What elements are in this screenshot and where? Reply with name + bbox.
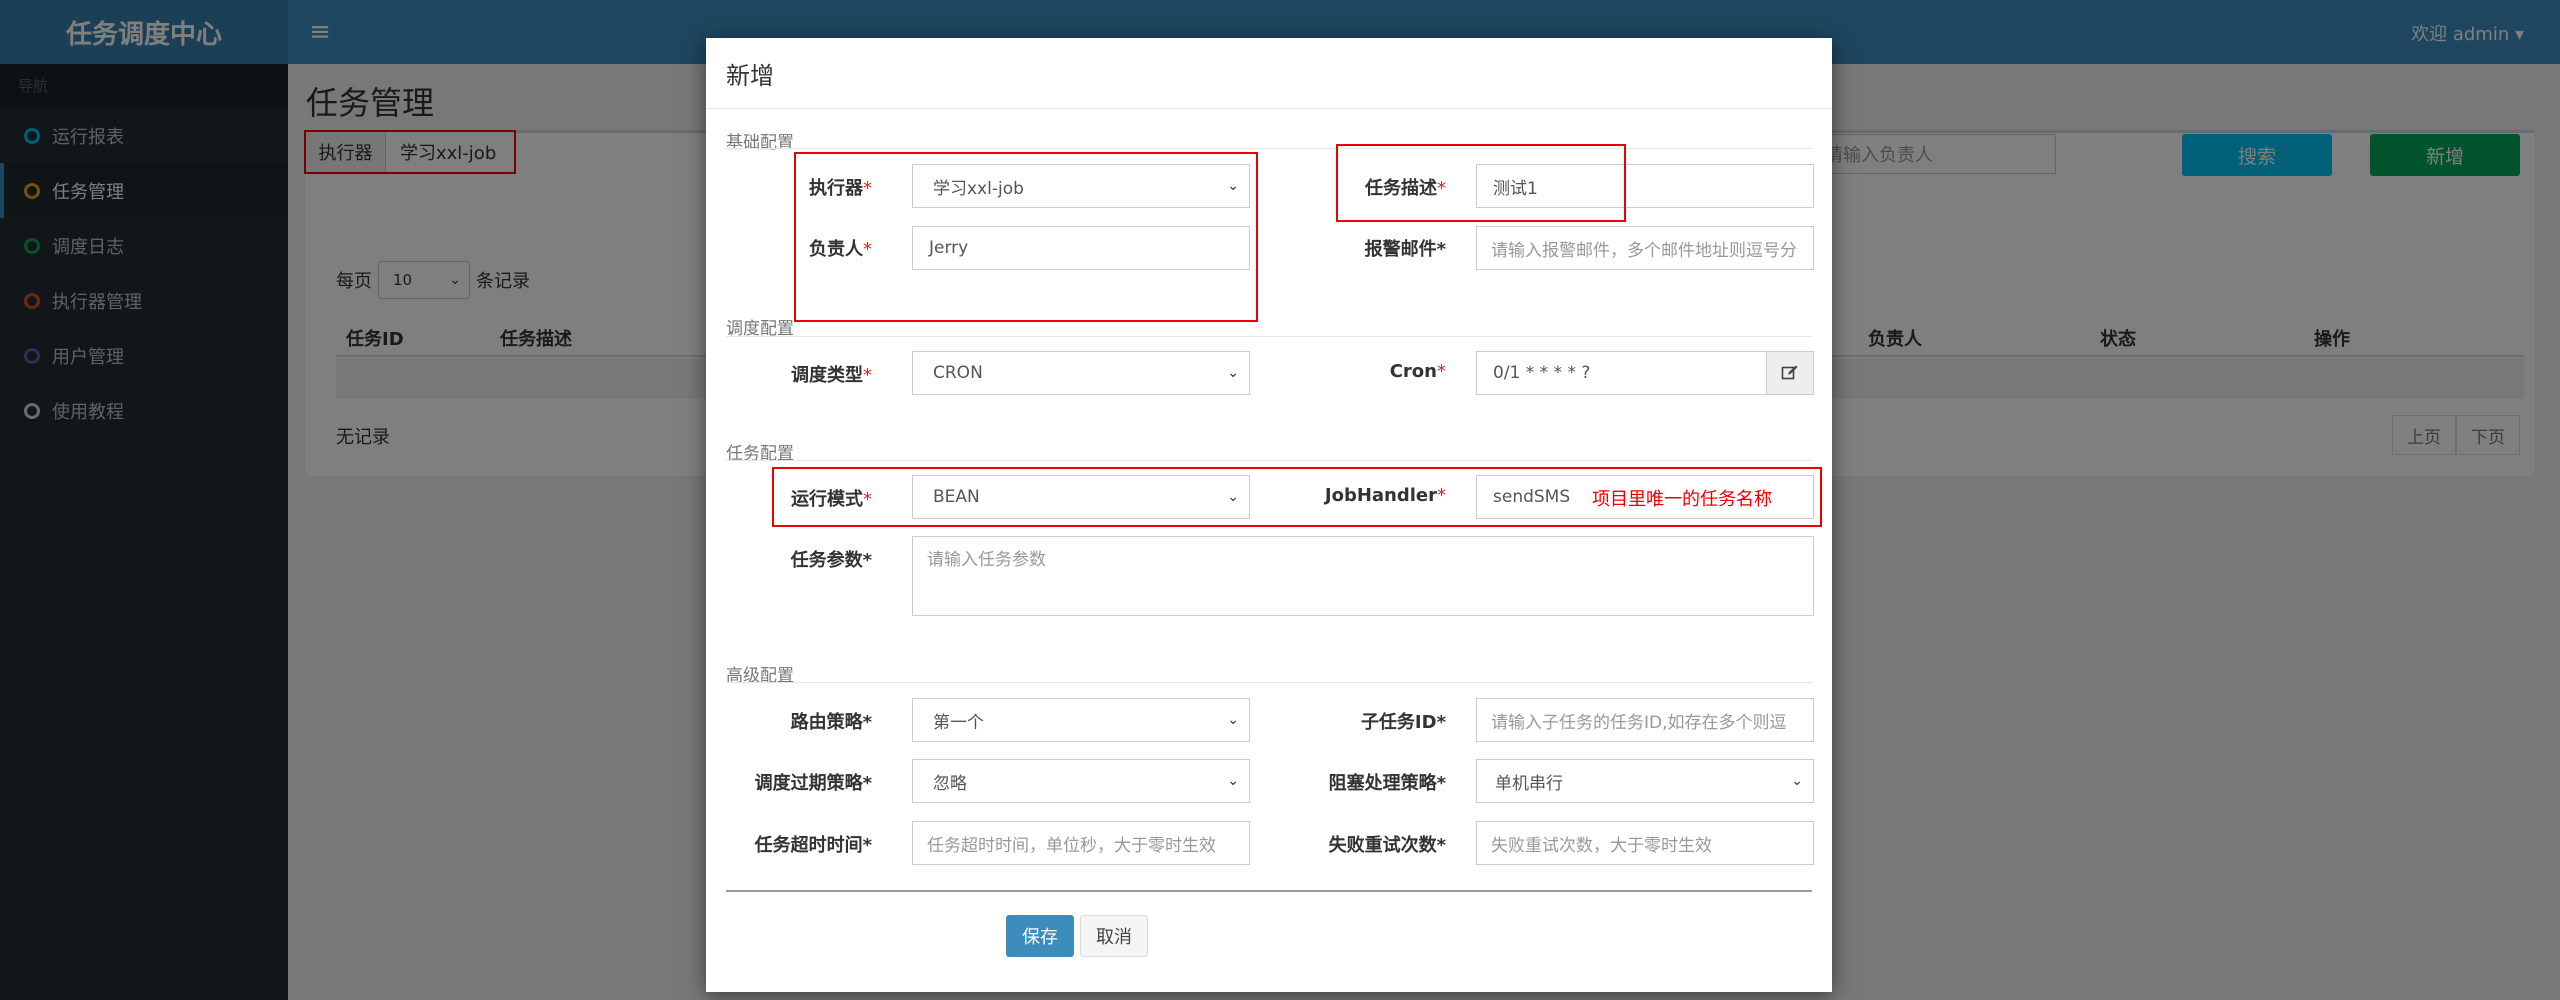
route-strategy-value: 第一个: [933, 712, 984, 733]
chevron-down-icon: ⌄: [1227, 365, 1239, 381]
job-handler-annotation: 项目里唯一的任务名称: [1592, 489, 1772, 510]
glue-type-value: BEAN: [933, 487, 980, 507]
chevron-down-icon: ⌄: [1227, 178, 1239, 194]
cron-input[interactable]: 0/1 * * * * ?: [1476, 351, 1768, 395]
timeout-input[interactable]: 任务超时时间，单位秒，大于零时生效: [912, 821, 1250, 865]
chevron-down-icon: ⌄: [1227, 489, 1239, 505]
cron-editor-button[interactable]: [1766, 351, 1814, 395]
misfire-strategy-value: 忽略: [933, 773, 967, 794]
cancel-button[interactable]: 取消: [1080, 915, 1148, 957]
alarm-email-input[interactable]: 请输入报警邮件，多个邮件地址则逗号分: [1476, 226, 1814, 270]
schedule-type-select[interactable]: CRON ⌄: [912, 351, 1250, 395]
route-strategy-label: 路由策略*: [790, 712, 872, 733]
executor-select[interactable]: 学习xxl-job ⌄: [912, 164, 1250, 208]
fail-retry-label: 失败重试次数*: [1328, 835, 1446, 856]
author-input[interactable]: Jerry: [912, 226, 1250, 270]
block-strategy-select[interactable]: 单机串行 ⌄: [1476, 759, 1814, 803]
glue-type-label: 运行模式*: [791, 489, 872, 510]
timeout-label: 任务超时时间*: [754, 835, 872, 856]
chevron-down-icon: ⌄: [1791, 773, 1803, 789]
modal-title: 新增: [726, 62, 774, 90]
job-desc-label: 任务描述*: [1365, 178, 1446, 199]
section-divider: [726, 148, 1812, 149]
add-job-modal: 新增 基础配置 执行器* 学习xxl-job ⌄ 任务描述* 测试1 负责人* …: [706, 38, 1832, 992]
child-job-id-input[interactable]: 请输入子任务的任务ID,如存在多个则逗: [1476, 698, 1814, 742]
section-basic-label: 基础配置: [726, 133, 794, 153]
block-strategy-label: 阻塞处理策略*: [1328, 773, 1446, 794]
alarm-email-label: 报警邮件*: [1364, 239, 1446, 260]
chevron-down-icon: ⌄: [1227, 712, 1239, 728]
block-strategy-value: 单机串行: [1495, 773, 1563, 794]
footer-divider: [726, 890, 1812, 892]
child-job-id-label: 子任务ID*: [1360, 712, 1446, 733]
save-button[interactable]: 保存: [1006, 915, 1074, 957]
modal-divider: [706, 108, 1832, 109]
cron-label: Cron*: [1389, 361, 1446, 382]
job-param-textarea[interactable]: 请输入任务参数: [912, 536, 1814, 616]
edit-icon: [1781, 365, 1798, 380]
route-strategy-select[interactable]: 第一个 ⌄: [912, 698, 1250, 742]
job-param-label: 任务参数*: [790, 550, 872, 571]
fail-retry-input[interactable]: 失败重试次数，大于零时生效: [1476, 821, 1814, 865]
section-divider: [726, 682, 1812, 683]
executor-select-value: 学习xxl-job: [933, 178, 1024, 199]
executor-label: 执行器*: [809, 178, 872, 199]
author-label: 负责人*: [809, 239, 872, 260]
schedule-type-value: CRON: [933, 363, 983, 383]
glue-type-select[interactable]: BEAN ⌄: [912, 475, 1250, 519]
misfire-strategy-label: 调度过期策略*: [754, 773, 872, 794]
chevron-down-icon: ⌄: [1227, 773, 1239, 789]
section-divider: [726, 336, 1812, 337]
misfire-strategy-select[interactable]: 忽略 ⌄: [912, 759, 1250, 803]
job-handler-label: JobHandler*: [1324, 485, 1446, 506]
schedule-type-label: 调度类型*: [791, 365, 872, 386]
section-divider: [726, 460, 1812, 461]
job-desc-input[interactable]: 测试1: [1476, 164, 1814, 208]
